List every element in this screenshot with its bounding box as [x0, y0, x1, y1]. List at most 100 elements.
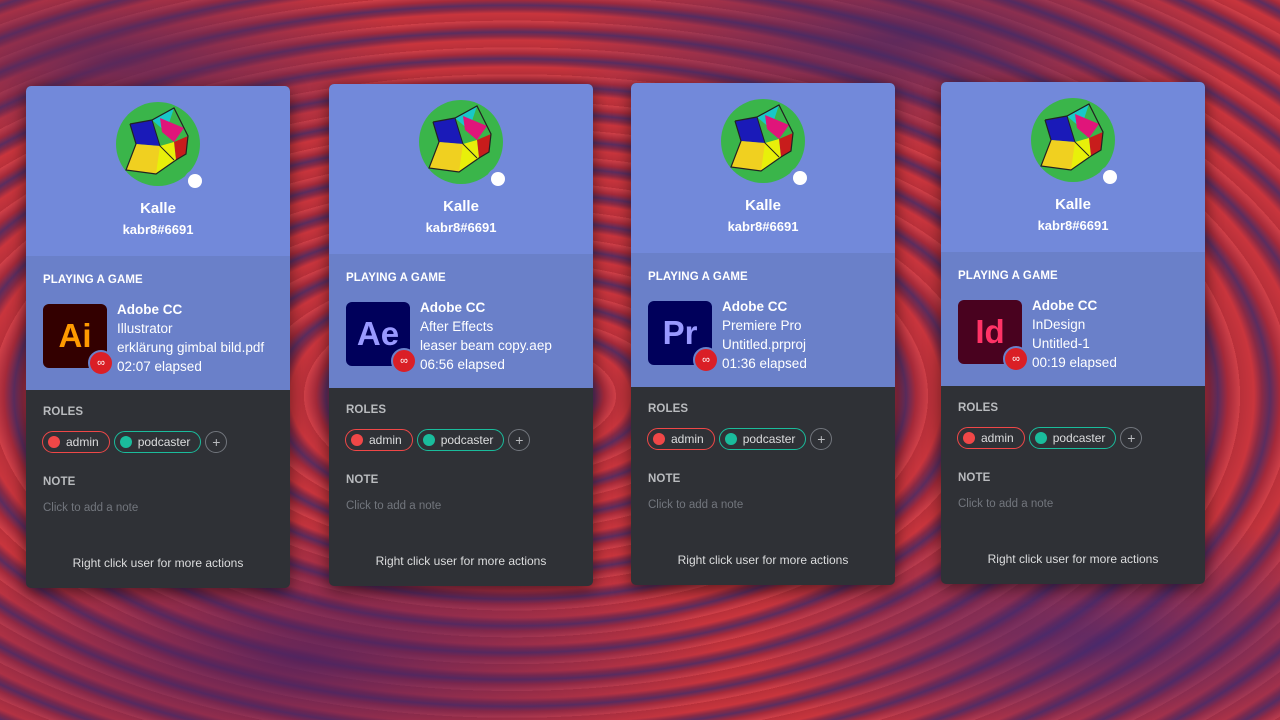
activity-section: PLAYING A GAME Ai ∞ Adobe CC Illustrator… [26, 256, 290, 390]
activity-label: PLAYING A GAME [43, 274, 143, 286]
role-admin[interactable]: admin [42, 431, 110, 453]
creative-cloud-icon: ∞ [391, 348, 417, 374]
activity-section: PLAYING A GAME Ae ∞ Adobe CC After Effec… [329, 254, 593, 388]
user-profile-card: Kalle kabr8#6691 PLAYING A GAME Pr ∞ Ado… [631, 83, 895, 585]
activity-state: erklärung gimbal bild.pdf [117, 340, 265, 355]
activity-section: PLAYING A GAME Id ∞ Adobe CC InDesign Un… [941, 252, 1205, 386]
activity-elapsed: 06:56 elapsed [420, 357, 505, 372]
role-label: admin [671, 432, 704, 446]
role-admin[interactable]: admin [957, 427, 1025, 449]
role-admin[interactable]: admin [647, 428, 715, 450]
user-profile-card: Kalle kabr8#6691 PLAYING A GAME Ai ∞ Ado… [26, 86, 290, 588]
note-input[interactable] [648, 499, 878, 511]
roles-list: admin podcaster + [647, 428, 833, 450]
user-tag: kabr8#6691 [1037, 218, 1109, 233]
app-icon-text: Id [975, 313, 1005, 350]
activity-label: PLAYING A GAME [346, 272, 446, 284]
roles-label: ROLES [43, 406, 84, 418]
activity-elapsed: 00:19 elapsed [1032, 355, 1117, 370]
username[interactable]: Kalle [26, 200, 290, 217]
activity-state: Untitled.prproj [722, 337, 807, 352]
activity-app-name: Adobe CC [1032, 298, 1098, 313]
role-label: admin [369, 433, 402, 447]
footer-hint: Right click user for more actions [677, 553, 849, 567]
roles-list: admin podcaster + [42, 431, 228, 453]
note-label: NOTE [43, 476, 76, 488]
user-tag: kabr8#6691 [425, 220, 497, 235]
username[interactable]: Kalle [329, 198, 593, 215]
role-color-dot [422, 434, 435, 446]
role-color-dot [963, 432, 975, 444]
add-role-plus-icon[interactable]: + [205, 431, 228, 453]
app-icon-text: Pr [662, 314, 698, 351]
activity-section: PLAYING A GAME Pr ∞ Adobe CC Premiere Pr… [631, 253, 895, 387]
role-label: podcaster [440, 433, 494, 447]
roles-list: admin podcaster + [345, 429, 531, 451]
add-role-plus-icon[interactable]: + [508, 429, 531, 451]
note-input[interactable] [43, 502, 273, 514]
roles-list: admin podcaster + [957, 427, 1143, 449]
activity-details: After Effects [420, 319, 494, 334]
profile-header: Kalle kabr8#6691 [329, 84, 593, 254]
footer-hint: Right click user for more actions [72, 556, 244, 570]
activity-details: Illustrator [117, 321, 173, 336]
role-label: admin [66, 435, 99, 449]
role-color-dot [653, 433, 665, 445]
note-input[interactable] [958, 498, 1188, 510]
roles-label: ROLES [958, 402, 999, 414]
note-label: NOTE [648, 473, 681, 485]
roles-label: ROLES [648, 403, 689, 415]
role-color-dot [724, 433, 737, 445]
app-icon-text: Ae [356, 315, 400, 352]
role-podcaster[interactable]: podcaster [113, 431, 202, 453]
activity-app-name: Adobe CC [722, 299, 788, 314]
role-label: podcaster [742, 432, 796, 446]
role-color-dot [1034, 432, 1047, 444]
user-tag: kabr8#6691 [727, 219, 799, 234]
role-label: podcaster [137, 435, 191, 449]
activity-state: leaser beam copy.aep [420, 338, 552, 353]
role-podcaster[interactable]: podcaster [416, 429, 505, 451]
username[interactable]: Kalle [631, 197, 895, 214]
activity-app-name: Adobe CC [117, 302, 183, 317]
activity-details: Premiere Pro [722, 318, 802, 333]
activity-elapsed: 01:36 elapsed [722, 356, 807, 371]
roles-label: ROLES [346, 404, 387, 416]
username[interactable]: Kalle [941, 196, 1205, 213]
profile-header: Kalle kabr8#6691 [26, 86, 290, 256]
user-profile-card: Kalle kabr8#6691 PLAYING A GAME Id ∞ Ado… [941, 82, 1205, 584]
add-role-plus-icon[interactable]: + [1120, 427, 1143, 449]
add-role-plus-icon[interactable]: + [810, 428, 833, 450]
footer-hint: Right click user for more actions [987, 552, 1159, 566]
activity-state: Untitled-1 [1032, 336, 1090, 351]
profile-header: Kalle kabr8#6691 [631, 83, 895, 253]
role-color-dot [119, 436, 132, 448]
profile-header: Kalle kabr8#6691 [941, 82, 1205, 252]
activity-elapsed: 02:07 elapsed [117, 359, 202, 374]
note-label: NOTE [346, 474, 379, 486]
online-status-indicator [487, 168, 509, 190]
online-status-indicator [789, 167, 811, 189]
role-podcaster[interactable]: podcaster [1028, 427, 1117, 449]
online-status-indicator [184, 170, 206, 192]
online-status-indicator [1099, 166, 1121, 188]
activity-app-name: Adobe CC [420, 300, 486, 315]
creative-cloud-icon: ∞ [693, 347, 719, 373]
activity-details: InDesign [1032, 317, 1086, 332]
role-label: admin [981, 431, 1014, 445]
creative-cloud-icon: ∞ [1003, 346, 1029, 372]
activity-label: PLAYING A GAME [648, 271, 748, 283]
role-color-dot [48, 436, 60, 448]
user-profile-card: Kalle kabr8#6691 PLAYING A GAME Ae ∞ Ado… [329, 84, 593, 586]
role-podcaster[interactable]: podcaster [718, 428, 807, 450]
creative-cloud-icon: ∞ [88, 350, 114, 376]
user-tag: kabr8#6691 [122, 222, 194, 237]
footer-hint: Right click user for more actions [375, 554, 547, 568]
note-label: NOTE [958, 472, 991, 484]
note-input[interactable] [346, 500, 576, 512]
activity-label: PLAYING A GAME [958, 270, 1058, 282]
app-icon-text: Ai [58, 317, 92, 354]
role-color-dot [351, 434, 363, 446]
role-label: podcaster [1052, 431, 1106, 445]
role-admin[interactable]: admin [345, 429, 413, 451]
